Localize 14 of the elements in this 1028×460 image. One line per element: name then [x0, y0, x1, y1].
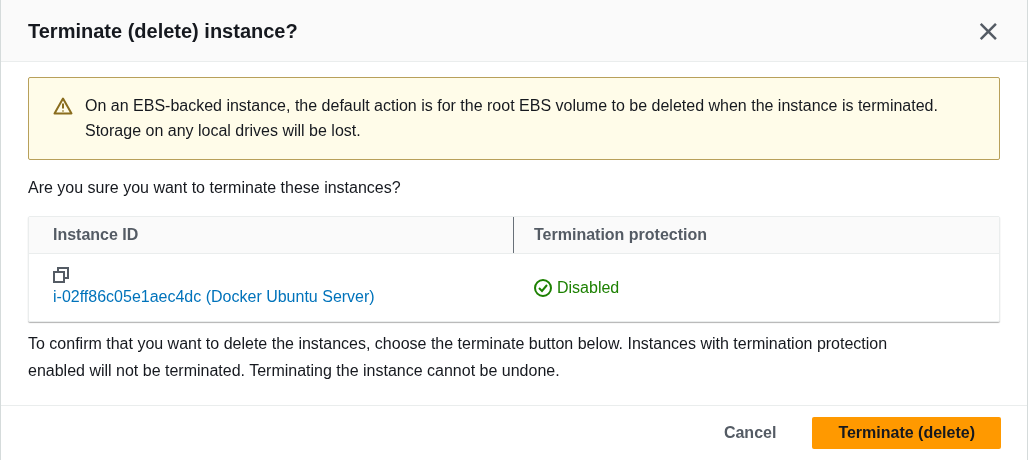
dialog-title: Terminate (delete) instance? — [28, 18, 298, 44]
status-text: Disabled — [557, 277, 620, 298]
copy-icon[interactable] — [53, 266, 69, 283]
alert-text: On an EBS-backed instance, the default action is for the root EBS volume to be deleted when the instance is terminated. Storage on any local drives will be lost. — [85, 96, 939, 141]
check-circle-icon — [534, 278, 552, 297]
cancel-button[interactable]: Cancel — [693, 417, 807, 449]
confirmation-text: To confirm that you want to delete the instances, choose the terminate button below. Instances with termination protection enabled will not be terminated. Terminating the instance cannot be undone. — [28, 334, 889, 381]
close-button[interactable]: × — [975, 15, 1001, 46]
column-header[interactable]: Instance ID — [53, 223, 139, 247]
question-text: Are you sure you want to terminate these instances? — [28, 178, 402, 198]
warning-icon — [53, 97, 73, 115]
column-header[interactable]: Termination protection — [534, 223, 708, 247]
terminate-button[interactable]: Terminate (delete) — [812, 417, 1001, 449]
instance-link[interactable]: i-02ff86c05e1aec4dc (Docker Ubuntu Server) — [53, 284, 375, 309]
